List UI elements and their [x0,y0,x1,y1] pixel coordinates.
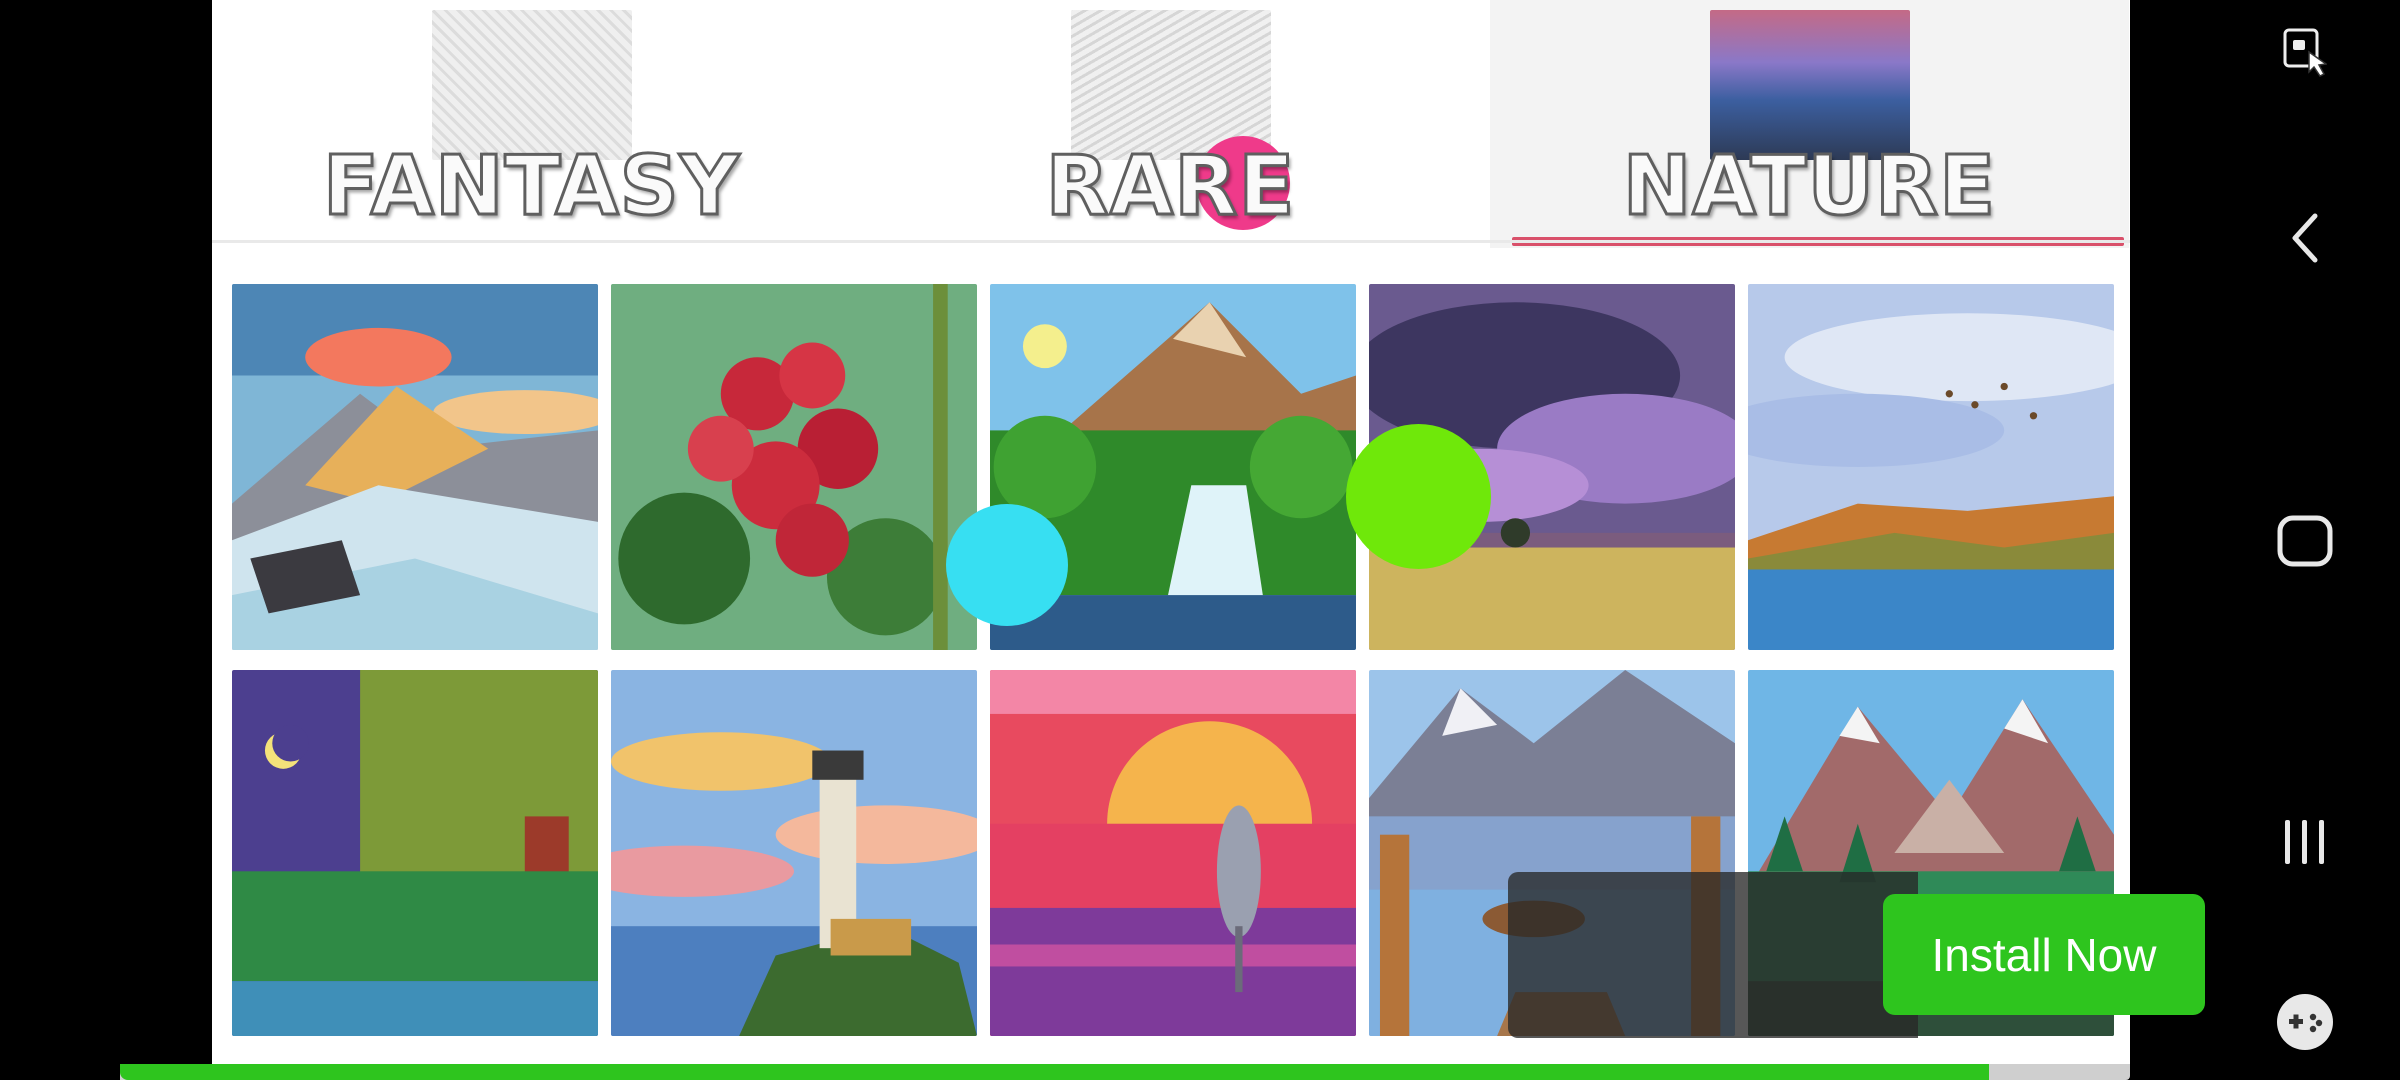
category-tabs: FANTASY RARE NATURE [212,0,2130,248]
tab-nature-label: NATURE [1621,138,1997,236]
heron-sunset-image [990,670,1356,1036]
home-icon[interactable] [2276,514,2334,568]
mountain-sunset-image [232,284,598,650]
loading-progress-bar [120,1064,2130,1080]
ad-banner-backdrop [1508,872,1918,1038]
gallery-tile-red-berries[interactable] [611,284,977,650]
fantasy-thumbnail [431,10,632,160]
lighthouse-image [611,670,977,1036]
recents-icon[interactable] [2279,816,2331,868]
game-launcher-icon[interactable] [2275,992,2335,1052]
red-berries-image [611,284,977,650]
tab-fantasy[interactable]: FANTASY [212,0,851,248]
back-icon[interactable] [2285,212,2325,264]
header-divider [212,240,2130,243]
lake-birds-image [1748,284,2114,650]
system-navigation-bar [2210,0,2400,1080]
screen-lock-icon[interactable] [2283,28,2327,78]
tab-rare[interactable]: RARE [851,0,1490,248]
gallery-tile-mountain-sunset[interactable] [232,284,598,650]
tab-fantasy-label: FANTASY [321,138,741,236]
gallery-tile-heron-sunset[interactable] [990,670,1356,1036]
gallery-tile-willow-tree-night[interactable] [232,670,598,1036]
install-now-button[interactable]: Install Now [1883,894,2205,1015]
tab-rare-label: RARE [1044,138,1296,236]
gallery-tile-lighthouse[interactable] [611,670,977,1036]
tab-nature[interactable]: NATURE [1490,0,2129,248]
willow-tree-night-image [232,670,598,1036]
touch-indicator-cyan [946,504,1068,626]
gallery-tile-lake-birds[interactable] [1748,284,2114,650]
progress-fill [120,1064,1990,1080]
nature-thumbnail [1709,10,1910,160]
touch-indicator-green [1346,424,1491,569]
